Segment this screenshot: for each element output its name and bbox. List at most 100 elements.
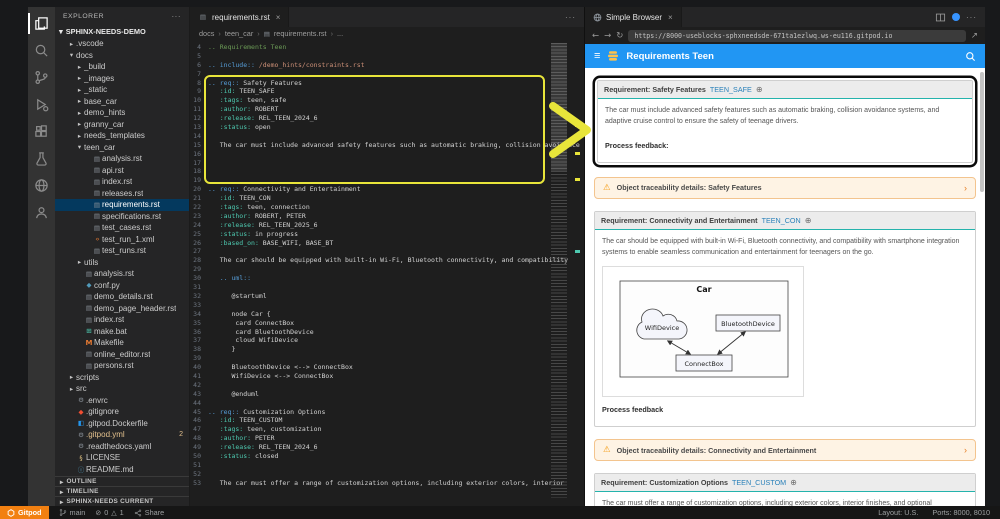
source-control-activity-icon[interactable] xyxy=(28,64,55,91)
tree-item-demo_hints[interactable]: ▸ demo_hints xyxy=(55,107,189,119)
tree-item-Makefile[interactable]: M Makefile xyxy=(55,337,189,349)
code-line[interactable]: 41 WifiDevice <--> ConnectBox xyxy=(190,372,584,381)
tree-item-.envrc[interactable]: ⚙ .envrc xyxy=(55,395,189,407)
reload-icon[interactable]: ↻ xyxy=(616,31,623,41)
code-line[interactable]: 8.. req:: Safety Features xyxy=(190,79,584,88)
open-external-icon[interactable]: ↗ xyxy=(971,31,978,41)
code-line[interactable]: 37 cloud WifiDevice xyxy=(190,336,584,345)
code-line[interactable]: 36 card BluetoothDevice xyxy=(190,328,584,337)
tree-item-_build[interactable]: ▸ _build xyxy=(55,61,189,73)
testing-activity-icon[interactable] xyxy=(28,145,55,172)
search-activity-icon[interactable] xyxy=(28,37,55,64)
close-icon[interactable]: × xyxy=(276,13,281,22)
tree-item-make.bat[interactable]: ⊞ make.bat xyxy=(55,326,189,338)
editor-more-actions-icon[interactable]: ··· xyxy=(565,13,576,22)
accounts-activity-icon[interactable] xyxy=(28,199,55,226)
tree-item-persons.rst[interactable]: ▤ persons.rst xyxy=(55,360,189,372)
tree-item-.vscode[interactable]: ▸ .vscode xyxy=(55,38,189,50)
code-editor[interactable]: 4.. Requirements Teen 5 6.. include:: /dem… xyxy=(190,40,584,506)
code-line[interactable]: 35 card ConnectBox xyxy=(190,319,584,328)
url-input[interactable]: https://8000-useblocks-sphxneedsde-671ta… xyxy=(628,29,966,42)
code-line[interactable]: 49 :release: REL_TEEN_2024_6 xyxy=(190,443,584,452)
code-line[interactable]: 11 :author: ROBERT xyxy=(190,105,584,114)
tree-item-requirements.rst[interactable]: ▤ requirements.rst xyxy=(55,199,189,211)
tree-item-docs[interactable]: ▾ docs xyxy=(55,50,189,62)
tree-item-test_cases.rst[interactable]: ▤ test_cases.rst xyxy=(55,222,189,234)
tree-item-_static[interactable]: ▸ _static xyxy=(55,84,189,96)
layout-indicator[interactable]: Layout: U.S. xyxy=(878,508,918,517)
breadcrumb-item-section[interactable]: ... xyxy=(337,29,343,38)
code-line[interactable]: 52 xyxy=(190,470,584,479)
code-line[interactable]: 43 @enduml xyxy=(190,390,584,399)
timeline-panel-header[interactable]: ▸ TIMELINE xyxy=(55,486,189,496)
code-line[interactable]: 27 xyxy=(190,247,584,256)
code-line[interactable]: 19 xyxy=(190,176,584,185)
code-line[interactable]: 47 :tags: teen, customization xyxy=(190,425,584,434)
traceability-admonition-connectivity[interactable]: ⚠ Object traceability details: Connectiv… xyxy=(594,439,976,462)
code-line[interactable]: 7 xyxy=(190,70,584,79)
code-line[interactable]: 15 The car must include advanced safety … xyxy=(190,141,584,150)
code-line[interactable]: 45.. req:: Customization Options xyxy=(190,408,584,417)
sphinx-needs-panel-header[interactable]: ▸ SPHINX-NEEDS CURRENT xyxy=(55,496,189,506)
code-line[interactable]: 23 :author: ROBERT, PETER xyxy=(190,212,584,221)
code-line[interactable]: 46 :id: TEEN_CUSTOM xyxy=(190,416,584,425)
code-line[interactable]: 33 xyxy=(190,301,584,310)
expand-need-icon[interactable]: ⊕ xyxy=(790,478,797,487)
code-line[interactable]: 51 xyxy=(190,461,584,470)
tree-item-utils[interactable]: ▸ utils xyxy=(55,257,189,269)
tree-item-scripts[interactable]: ▸ scripts xyxy=(55,372,189,384)
problems-indicator[interactable]: ⊘ 0 △ 1 xyxy=(95,508,123,517)
code-line[interactable]: 25 :status: in progress xyxy=(190,230,584,239)
code-line[interactable]: 12 :release: REL_TEEN_2024_6 xyxy=(190,114,584,123)
code-line[interactable]: 26 :based_on: BASE_WIFI, BASE_BT xyxy=(190,239,584,248)
tree-item-analysis.rst[interactable]: ▤ analysis.rst xyxy=(55,153,189,165)
tree-item-.gitpod.yml[interactable]: ⚙ .gitpod.yml 2 xyxy=(55,429,189,441)
tab-simple-browser[interactable]: Simple Browser × xyxy=(585,7,682,27)
extensions-activity-icon[interactable] xyxy=(28,118,55,145)
expand-need-icon[interactable]: ⊕ xyxy=(756,85,763,94)
tree-item-specifications.rst[interactable]: ▤ specifications.rst xyxy=(55,211,189,223)
code-line[interactable]: 48 :author: PETER xyxy=(190,434,584,443)
code-line[interactable]: 29 xyxy=(190,265,584,274)
page-scrollbar[interactable] xyxy=(980,72,984,192)
gitpod-status-button[interactable]: Gitpod xyxy=(0,506,49,519)
need-id-link[interactable]: TEEN_CON xyxy=(762,216,801,225)
code-line[interactable]: 21 :id: TEEN_CON xyxy=(190,194,584,203)
breadcrumb-item-teen-car[interactable]: teen_car xyxy=(225,29,253,38)
tree-item-.gitignore[interactable]: ◆ .gitignore xyxy=(55,406,189,418)
breadcrumb-item-file[interactable]: requirements.rst xyxy=(274,29,327,38)
code-line[interactable]: 20.. req:: Connectivity and Entertainmen… xyxy=(190,185,584,194)
account-avatar[interactable] xyxy=(952,13,960,21)
tree-item-demo_details.rst[interactable]: ▤ demo_details.rst xyxy=(55,291,189,303)
branch-indicator[interactable]: main xyxy=(59,508,85,517)
code-line[interactable]: 34 node Car { xyxy=(190,310,584,319)
share-button[interactable]: Share xyxy=(134,508,164,517)
run-debug-activity-icon[interactable] xyxy=(28,91,55,118)
code-line[interactable]: 39 xyxy=(190,354,584,363)
code-line[interactable]: 18 xyxy=(190,167,584,176)
tree-item-analysis.rst[interactable]: ▤ analysis.rst xyxy=(55,268,189,280)
tree-item-teen_car[interactable]: ▾ teen_car xyxy=(55,142,189,154)
tree-item-index.rst[interactable]: ▤ index.rst xyxy=(55,314,189,326)
code-line[interactable]: 6.. include:: /demo_hints/constraints.rs… xyxy=(190,61,584,70)
code-line[interactable]: 17 xyxy=(190,159,584,168)
tree-item-index.rst[interactable]: ▤ index.rst xyxy=(55,176,189,188)
tree-item-src[interactable]: ▸ src xyxy=(55,383,189,395)
site-search-icon[interactable] xyxy=(965,51,976,62)
code-line[interactable]: 4.. Requirements Teen xyxy=(190,43,584,52)
close-icon[interactable]: × xyxy=(668,13,673,22)
code-line[interactable]: 44 xyxy=(190,399,584,408)
code-line[interactable]: 32 @startuml xyxy=(190,292,584,301)
need-id-link[interactable]: TEEN_SAFE xyxy=(710,85,752,94)
traceability-admonition-safety[interactable]: ⚠ Object traceability details: Safety Fe… xyxy=(594,176,976,199)
code-line[interactable]: 30 .. uml:: xyxy=(190,274,584,283)
tree-item-README.md[interactable]: ⓘ README.md xyxy=(55,464,189,476)
tree-item-demo_page_header.rst[interactable]: ▤ demo_page_header.rst xyxy=(55,303,189,315)
tree-item-base_car[interactable]: ▸ base_car xyxy=(55,96,189,108)
menu-icon[interactable]: ≡ xyxy=(594,50,600,62)
tree-item-needs_templates[interactable]: ▸ needs_templates xyxy=(55,130,189,142)
explorer-more-actions-icon[interactable]: ··· xyxy=(172,12,182,21)
tree-item-test_run_1.xml[interactable]: ‹› test_run_1.xml xyxy=(55,234,189,246)
code-line[interactable]: 28 The car should be equipped with built… xyxy=(190,256,584,265)
code-line[interactable]: 9 :id: TEEN_SAFE xyxy=(190,87,584,96)
